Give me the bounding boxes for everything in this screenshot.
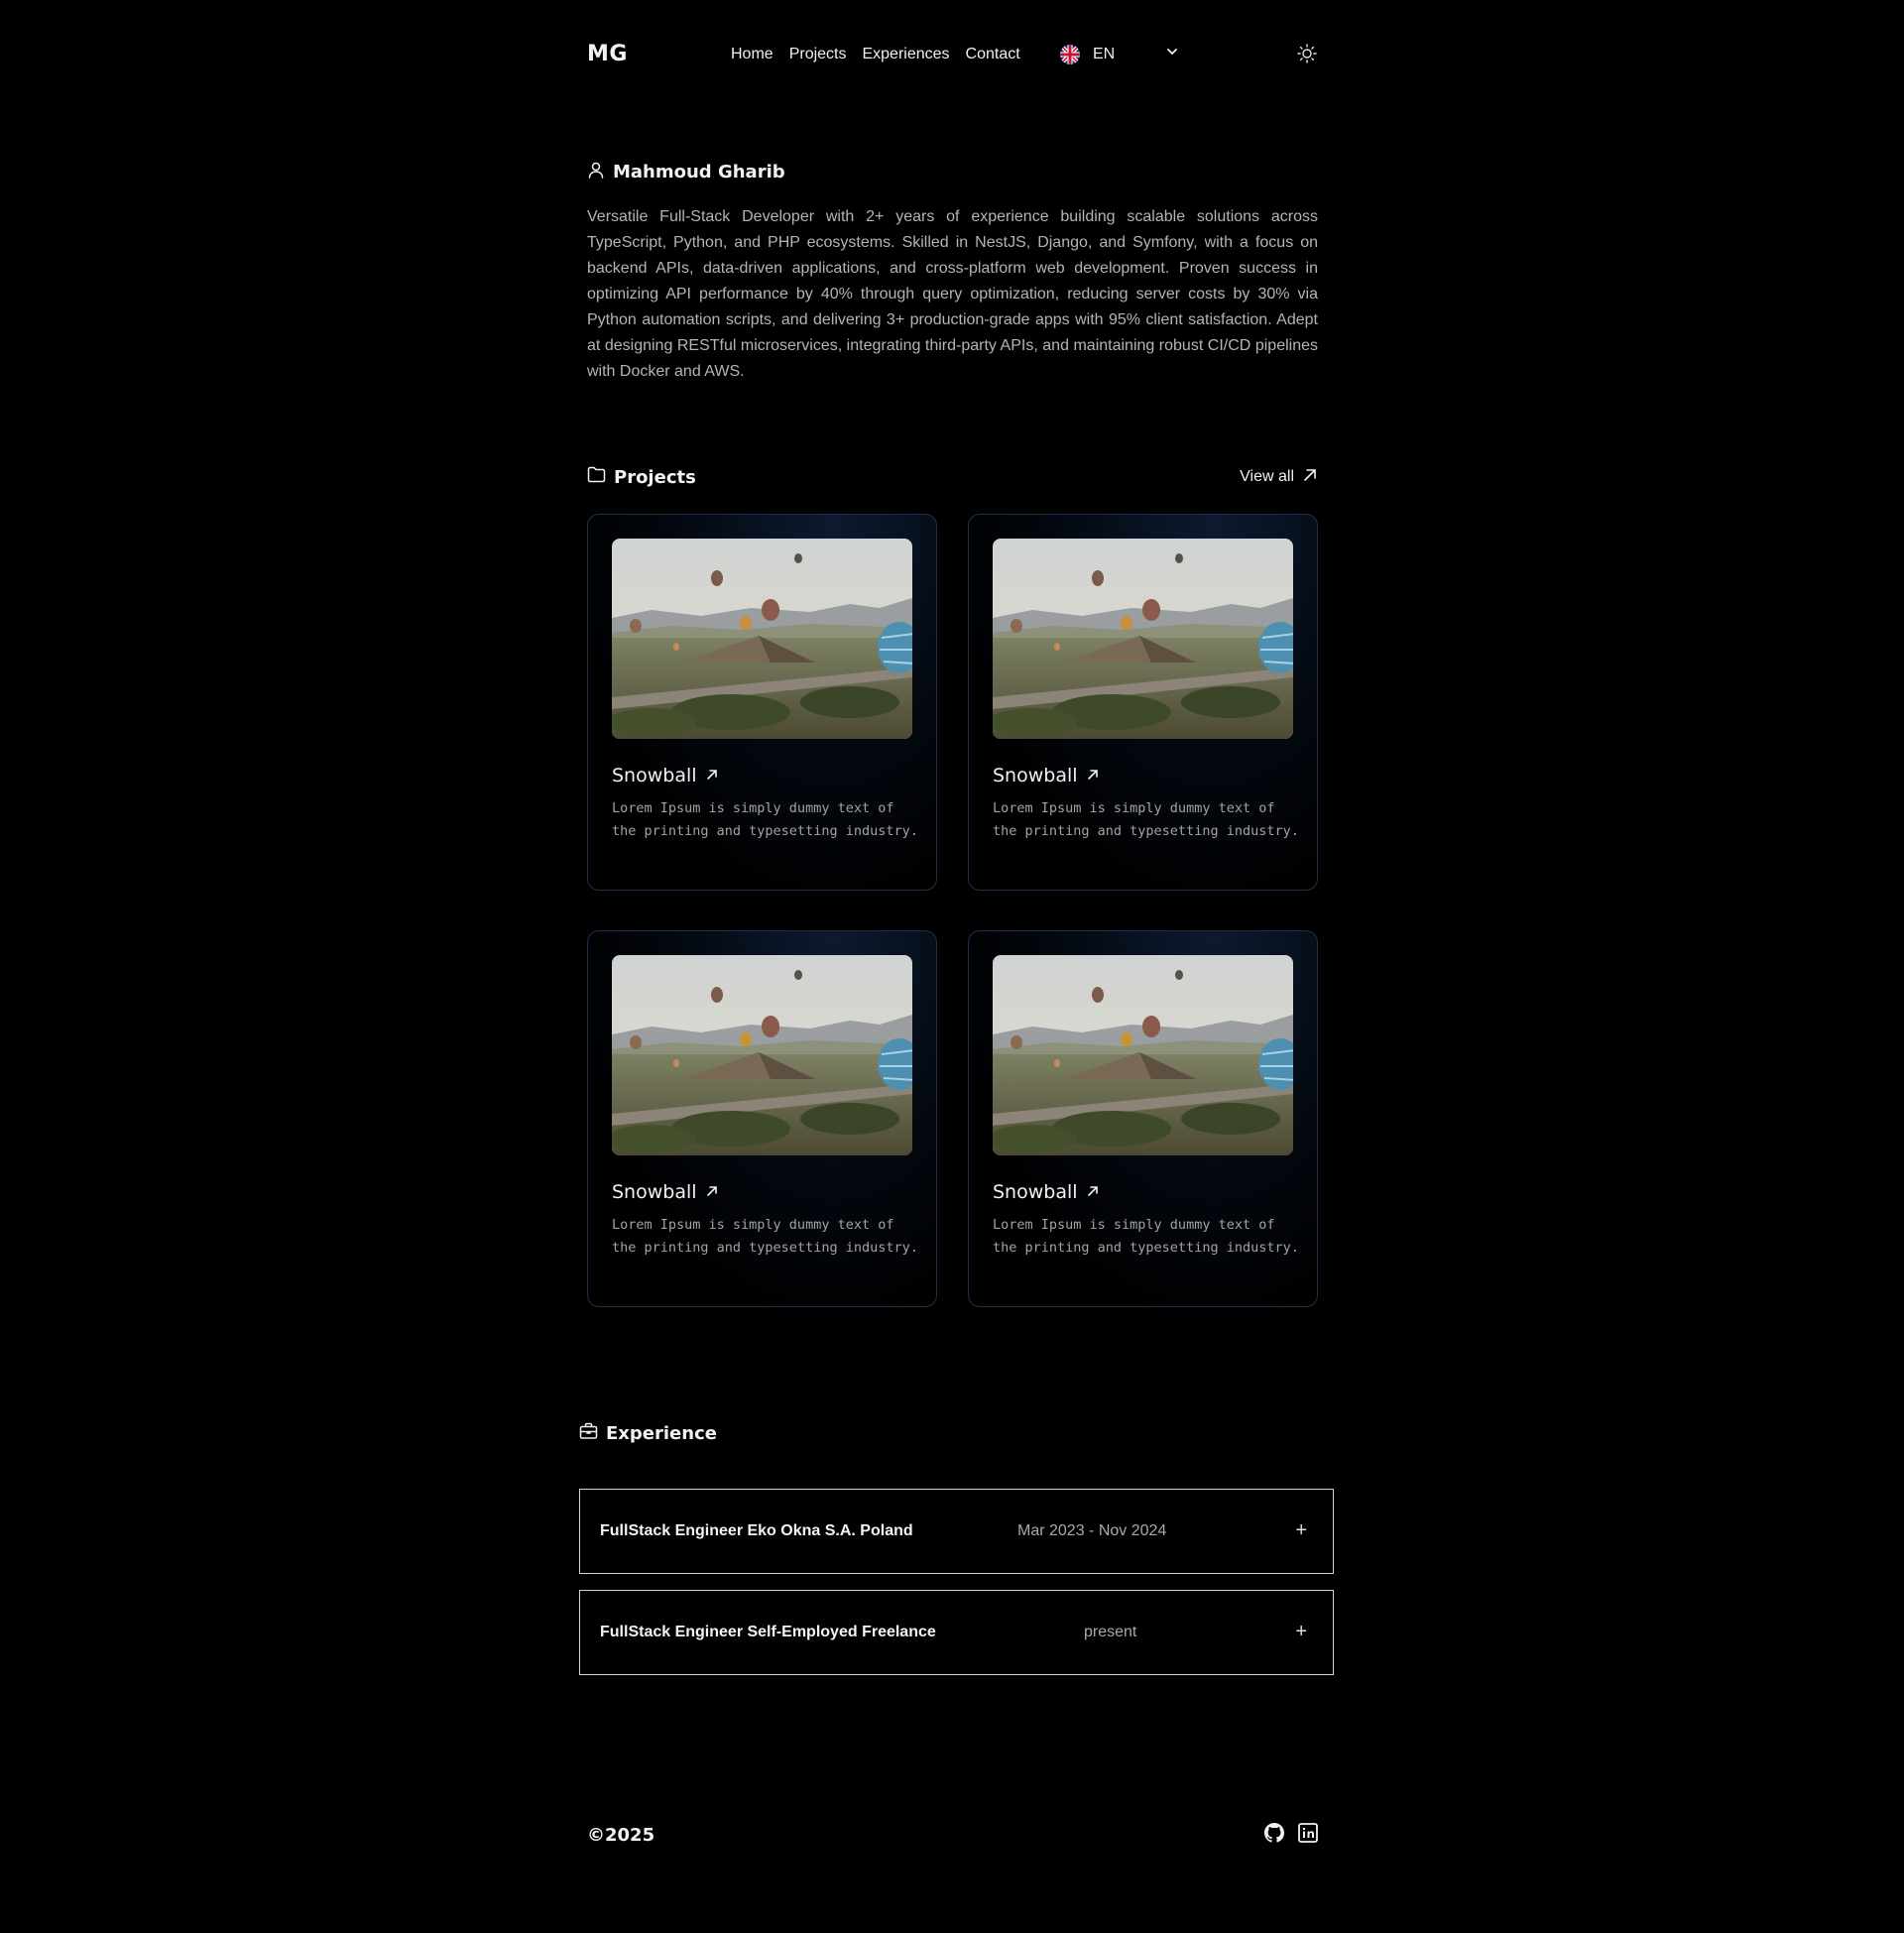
view-all-label: View all bbox=[1240, 468, 1294, 485]
project-title-text: Snowball bbox=[993, 1181, 1078, 1203]
experience-section: Experience FullStack Engineer Eko Okna S… bbox=[579, 1422, 1334, 1675]
project-title: Snowball bbox=[993, 1181, 1100, 1203]
arrow-up-right-icon bbox=[1302, 467, 1318, 488]
nav-experiences[interactable]: Experiences bbox=[862, 46, 949, 63]
nav-projects[interactable]: Projects bbox=[789, 46, 847, 63]
plus-icon[interactable]: + bbox=[1295, 1621, 1307, 1643]
social-links bbox=[1264, 1823, 1318, 1843]
experience-period: present bbox=[1084, 1624, 1137, 1640]
site-logo[interactable]: MG bbox=[587, 42, 628, 66]
sun-icon[interactable] bbox=[1296, 43, 1318, 64]
user-icon bbox=[587, 161, 605, 183]
site-header: MG Home Projects Experiences Contact EN bbox=[587, 40, 1318, 71]
project-title: Snowball bbox=[612, 765, 719, 786]
arrow-up-right-icon bbox=[1086, 1181, 1100, 1203]
bio-text: Versatile Full-Stack Developer with 2+ y… bbox=[587, 208, 1318, 380]
about-heading: Mahmoud Gharib bbox=[587, 161, 1318, 183]
project-description: Lorem Ipsum is simply dummy text of the … bbox=[993, 800, 1299, 839]
projects-heading: Projects bbox=[587, 466, 696, 488]
project-description: Lorem Ipsum is simply dummy text of the … bbox=[612, 800, 918, 839]
project-card[interactable]: Snowball Lorem Ipsum is simply dummy tex… bbox=[587, 514, 937, 891]
nav-home[interactable]: Home bbox=[731, 46, 774, 63]
project-image bbox=[993, 955, 1293, 1155]
project-card[interactable]: Snowball Lorem Ipsum is simply dummy tex… bbox=[587, 930, 937, 1307]
experience-heading: Experience bbox=[579, 1422, 1334, 1445]
project-image bbox=[993, 539, 1293, 739]
profile-name: Mahmoud Gharib bbox=[613, 162, 785, 182]
project-title-text: Snowball bbox=[993, 765, 1078, 786]
briefcase-icon bbox=[579, 1422, 598, 1445]
project-title: Snowball bbox=[612, 1181, 719, 1203]
project-card[interactable]: Snowball Lorem Ipsum is simply dummy tex… bbox=[968, 514, 1318, 891]
experience-role: FullStack Engineer Eko Okna S.A. Poland bbox=[600, 1522, 913, 1539]
project-description: Lorem Ipsum is simply dummy text of the … bbox=[612, 1217, 918, 1256]
projects-header: Projects View all bbox=[587, 465, 1318, 489]
copyright-text: ©2025 bbox=[587, 1825, 655, 1846]
project-image bbox=[612, 539, 912, 739]
projects-grid: Snowball Lorem Ipsum is simply dummy tex… bbox=[587, 514, 1318, 1307]
project-description: Lorem Ipsum is simply dummy text of the … bbox=[993, 1217, 1299, 1256]
folder-icon bbox=[587, 466, 606, 488]
experience-role: FullStack Engineer Self-Employed Freelan… bbox=[600, 1624, 936, 1640]
view-all-link[interactable]: View all bbox=[1240, 467, 1318, 488]
plus-icon[interactable]: + bbox=[1295, 1519, 1307, 1542]
project-title-text: Snowball bbox=[612, 765, 697, 786]
projects-title: Projects bbox=[614, 466, 696, 488]
arrow-up-right-icon bbox=[705, 765, 719, 786]
linkedin-icon[interactable] bbox=[1298, 1823, 1318, 1843]
experience-item[interactable]: FullStack Engineer Eko Okna S.A. Poland … bbox=[579, 1489, 1334, 1574]
nav-contact[interactable]: Contact bbox=[966, 46, 1020, 63]
project-title-text: Snowball bbox=[612, 1181, 697, 1203]
experience-item[interactable]: FullStack Engineer Self-Employed Freelan… bbox=[579, 1590, 1334, 1675]
arrow-up-right-icon bbox=[1086, 765, 1100, 786]
project-card[interactable]: Snowball Lorem Ipsum is simply dummy tex… bbox=[968, 930, 1318, 1307]
language-label: EN bbox=[1093, 46, 1116, 62]
experience-period: Mar 2023 - Nov 2024 bbox=[1017, 1522, 1167, 1539]
site-footer: ©2025 bbox=[587, 1823, 1318, 1853]
uk-flag-icon bbox=[1060, 45, 1080, 64]
arrow-up-right-icon bbox=[705, 1181, 719, 1203]
project-title: Snowball bbox=[993, 765, 1100, 786]
project-image bbox=[612, 955, 912, 1155]
github-icon[interactable] bbox=[1264, 1823, 1284, 1843]
main-nav: Home Projects Experiences Contact bbox=[731, 46, 1020, 63]
experience-title: Experience bbox=[606, 1423, 717, 1444]
language-select[interactable]: EN bbox=[1060, 44, 1179, 65]
projects-section: Projects View all Snowball Lorem Ipsum i… bbox=[587, 465, 1318, 1307]
about-section: Mahmoud Gharib Versatile Full-Stack Deve… bbox=[587, 161, 1318, 385]
chevron-down-icon bbox=[1165, 45, 1179, 63]
